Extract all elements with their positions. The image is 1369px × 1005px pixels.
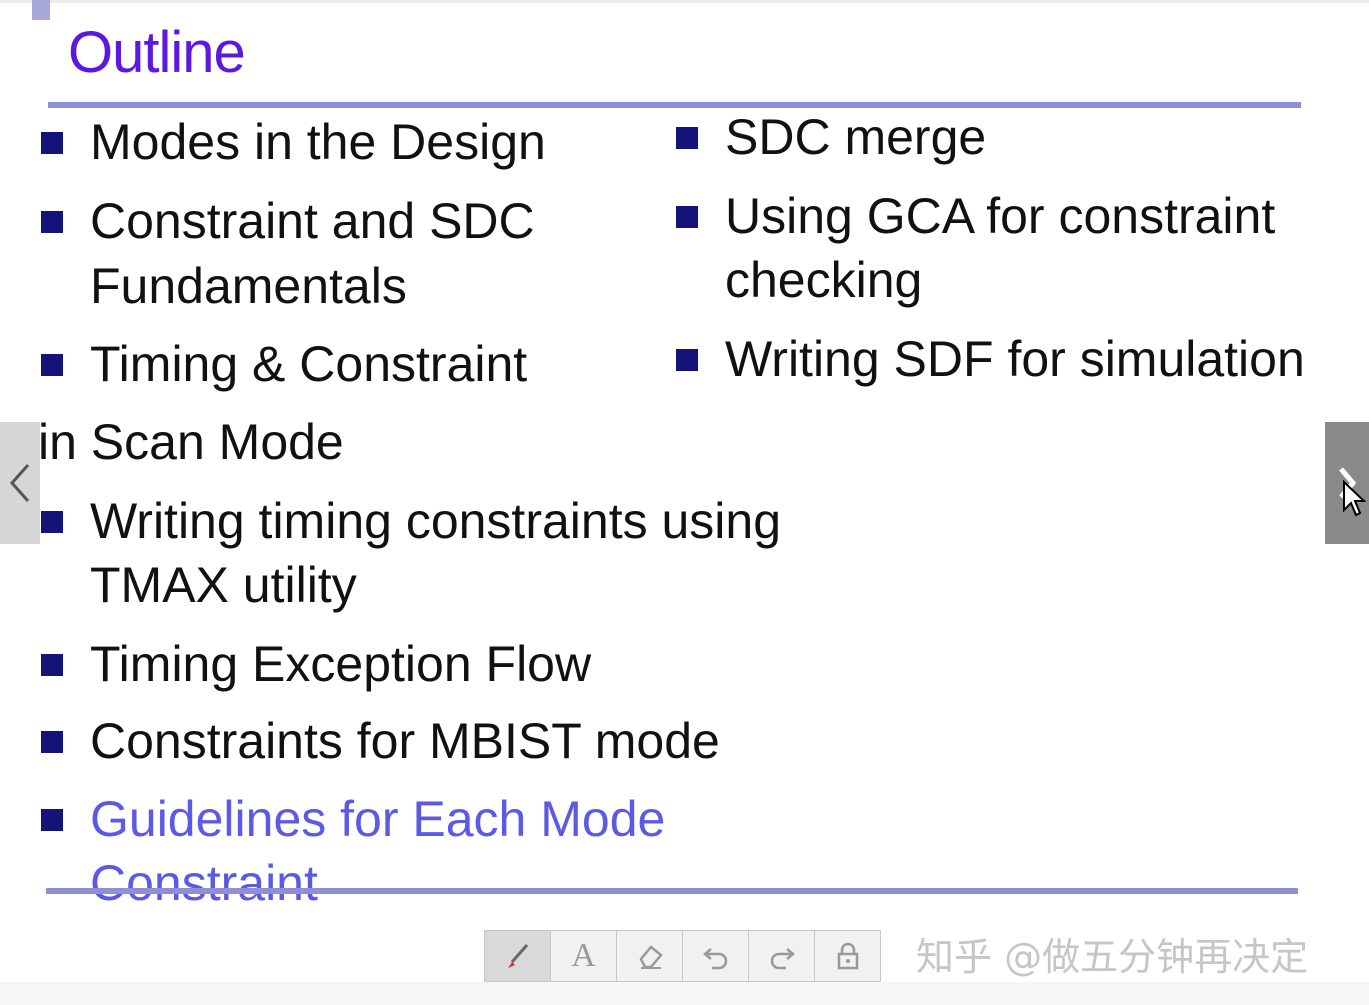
bullet-square-icon xyxy=(676,206,698,228)
bullet-square-icon xyxy=(41,809,63,831)
redo-tool-button[interactable] xyxy=(749,931,815,981)
outline-item-timing-scan-cont: in Scan Mode xyxy=(38,414,344,470)
outline-item-constraint-sdc-cont: Fundamentals xyxy=(90,258,407,314)
bullet-square-icon xyxy=(41,132,63,154)
bullet-square-icon xyxy=(41,654,63,676)
bullet-square-icon xyxy=(676,127,698,149)
window-top-edge xyxy=(0,0,1369,3)
redo-icon xyxy=(770,948,795,970)
chevron-left-icon xyxy=(9,464,30,502)
bullet-square-icon xyxy=(41,731,63,753)
prev-slide-button[interactable] xyxy=(0,422,40,544)
text-icon: A xyxy=(571,937,596,974)
bullet-square-icon xyxy=(41,354,63,376)
pen-icon xyxy=(507,944,528,968)
eraser-icon xyxy=(639,945,663,969)
footer-strip xyxy=(0,982,1369,1005)
slide-corner-mark xyxy=(32,0,50,20)
outline-item-gca-cont: checking xyxy=(725,252,923,308)
lock-icon xyxy=(837,942,858,970)
undo-icon xyxy=(702,948,727,970)
title-rule xyxy=(48,102,1301,108)
bullet-square-icon xyxy=(41,211,63,233)
text-tool-button[interactable]: A xyxy=(551,931,617,981)
lock-tool-button[interactable] xyxy=(815,931,880,981)
bullet-square-icon xyxy=(676,349,698,371)
slide-title: Outline xyxy=(68,20,246,85)
outline-item-tmax-cont: TMAX utility xyxy=(90,557,357,613)
outline-item-guidelines-cont: Constraint xyxy=(90,855,318,911)
undo-tool-button[interactable] xyxy=(683,931,749,981)
footer-rule xyxy=(46,888,1298,894)
mouse-cursor-icon xyxy=(1343,480,1366,517)
bullet-square-icon xyxy=(41,511,63,533)
annotation-toolbar: A xyxy=(484,930,881,982)
watermark-text: 知乎 @做五分钟再决定 xyxy=(916,935,1309,979)
eraser-tool-button[interactable] xyxy=(617,931,683,981)
pen-tool-button[interactable] xyxy=(485,931,551,981)
